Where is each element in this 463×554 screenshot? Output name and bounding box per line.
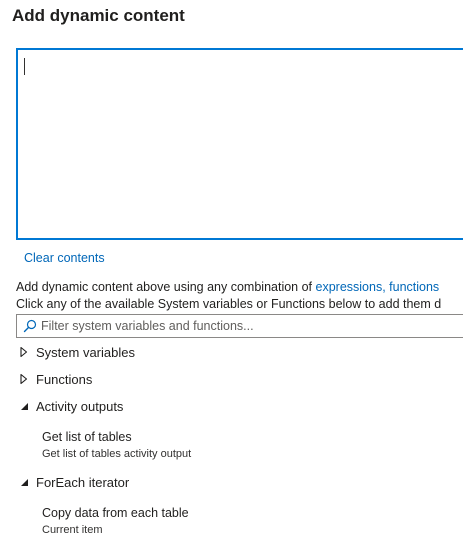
- section-label: Functions: [36, 371, 93, 387]
- expressions-functions-link[interactable]: expressions, functions: [316, 280, 440, 294]
- help-text-line-2: Click any of the available System variab…: [16, 297, 442, 311]
- filter-box[interactable]: [16, 314, 463, 338]
- collapse-down-icon: [21, 403, 28, 410]
- clear-contents-link[interactable]: Clear contents: [24, 251, 105, 265]
- search-icon: [23, 319, 37, 333]
- collapse-down-icon: [21, 479, 28, 486]
- panel-title: Add dynamic content: [12, 6, 185, 25]
- expression-editor[interactable]: [16, 48, 463, 240]
- foreach-iterator-item[interactable]: Copy data from each table Current item: [42, 506, 189, 536]
- expand-right-icon: [20, 373, 28, 385]
- section-system-variables[interactable]: System variables: [18, 342, 135, 362]
- item-name: Get list of tables: [42, 430, 132, 444]
- item-description: Current item: [42, 524, 103, 536]
- expand-right-icon: [20, 346, 28, 358]
- activity-output-item[interactable]: Get list of tables Get list of tables ac…: [42, 430, 191, 460]
- add-dynamic-content-panel: Add dynamic content Clear contents Add d…: [0, 0, 463, 554]
- item-name: Copy data from each table: [42, 506, 189, 520]
- section-activity-outputs[interactable]: Activity outputs: [18, 396, 123, 416]
- section-foreach-iterator[interactable]: ForEach iterator: [18, 472, 129, 492]
- item-description: Get list of tables activity output: [42, 448, 192, 460]
- filter-input[interactable]: [41, 315, 461, 337]
- help-text-prefix: Add dynamic content above using any comb…: [16, 280, 316, 294]
- section-label: ForEach iterator: [36, 474, 130, 490]
- section-label: System variables: [36, 344, 135, 360]
- text-caret: [24, 58, 25, 75]
- help-text-line-1: Add dynamic content above using any comb…: [16, 280, 439, 294]
- section-label: Activity outputs: [36, 398, 124, 414]
- section-functions[interactable]: Functions: [18, 369, 92, 389]
